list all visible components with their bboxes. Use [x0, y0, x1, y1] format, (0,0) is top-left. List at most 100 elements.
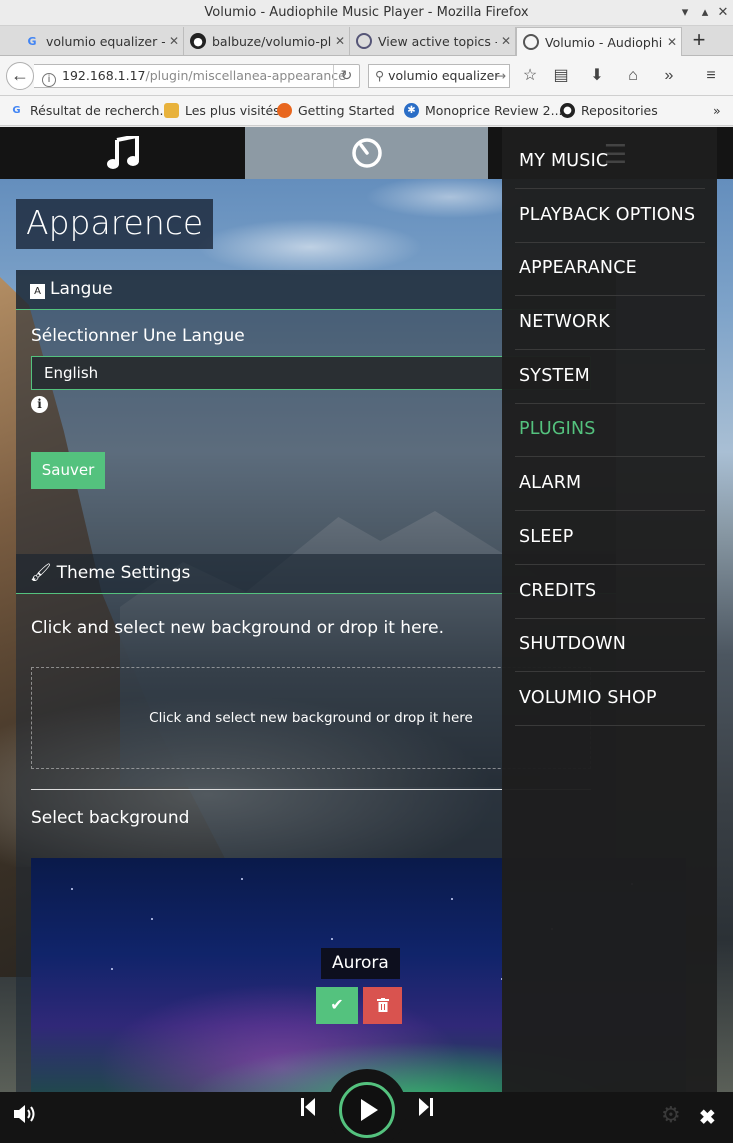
bookmark-label: Getting Started	[298, 103, 395, 118]
google-icon: G	[12, 105, 21, 116]
google-icon: G	[27, 34, 37, 48]
delete-background-button[interactable]	[363, 987, 402, 1024]
select-background-label: Select background	[31, 808, 190, 828]
star	[451, 898, 453, 900]
translate-icon: A	[30, 284, 45, 299]
background-name-label: Aurora	[321, 948, 400, 979]
close-tab-icon[interactable]: ✕	[497, 34, 515, 48]
url-path: /plugin/miscellanea-appearance	[145, 68, 346, 83]
star	[241, 878, 243, 880]
search-value: volumio equalizer	[388, 68, 500, 83]
volumio-app: Apparence A Langue Sélectionner Une Langu…	[0, 127, 733, 1143]
play-button[interactable]	[339, 1082, 395, 1138]
folder-icon	[164, 103, 179, 118]
home-icon[interactable]: ⌂	[622, 66, 644, 88]
bookmark-item[interactable]: Les plus visités	[164, 103, 280, 118]
theme-header-label: Theme Settings	[56, 563, 191, 583]
bookmark-item[interactable]: ✱ Monoprice Review 2...	[404, 103, 563, 118]
previous-track-icon[interactable]	[300, 1097, 316, 1117]
menu-item-system[interactable]: SYSTEM	[515, 350, 705, 404]
info-icon[interactable]: i	[31, 396, 48, 413]
overflow-chevron-icon[interactable]: »	[658, 66, 680, 88]
menu-item-appearance[interactable]: APPEARANCE	[515, 242, 705, 296]
maximize-icon[interactable]: ▴	[697, 4, 713, 20]
close-tab-icon[interactable]: ✕	[165, 34, 183, 48]
menu-item-plugins[interactable]: PLUGINS	[515, 403, 705, 457]
tab-playback[interactable]	[245, 127, 488, 179]
forum-icon	[356, 33, 372, 49]
hamburger-menu-icon[interactable]: ≡	[700, 66, 722, 88]
github-icon: ●	[190, 33, 206, 49]
menu-item-sleep[interactable]: SLEEP	[515, 511, 705, 565]
reload-icon[interactable]: ↻	[333, 65, 359, 87]
page-title: Apparence	[16, 199, 214, 249]
search-input[interactable]: ⚲ volumio equalizer →	[368, 64, 510, 88]
reading-list-icon[interactable]: ▤	[550, 66, 572, 88]
language-select-value: English	[44, 364, 99, 382]
browser-tab-1[interactable]: G volumio equalizer - ✕	[18, 27, 184, 55]
language-header-label: Langue	[50, 279, 113, 299]
language-select-label: Sélectionner Une Langue	[31, 326, 245, 346]
close-menu-icon[interactable]: ✖	[699, 1105, 716, 1130]
menu-item-credits[interactable]: CREDITS	[515, 565, 705, 619]
save-language-button[interactable]: Sauver	[31, 452, 105, 489]
site-info-icon[interactable]: i	[42, 73, 56, 87]
bookmark-label: Les plus visités	[185, 103, 280, 118]
minimize-icon[interactable]: ▾	[677, 4, 693, 20]
navigation-bar: ← i 192.168.1.17/plugin/miscellanea-appea…	[0, 56, 733, 96]
bookmarks-overflow-icon[interactable]: »	[713, 103, 721, 118]
bookmark-label: Monoprice Review 2...	[425, 103, 563, 118]
github-icon: ●	[560, 103, 575, 118]
star	[331, 938, 333, 940]
menu-item-my-music[interactable]: MY MUSIC	[515, 135, 705, 189]
volume-icon[interactable]	[12, 1103, 36, 1125]
search-icon: ⚲	[375, 68, 389, 83]
download-icon[interactable]: ⬇	[586, 66, 608, 88]
firefox-icon	[277, 103, 292, 118]
url-host: 192.168.1.17	[62, 68, 146, 83]
bookmark-star-icon[interactable]: ☆	[519, 66, 541, 88]
menu-item-network[interactable]: NETWORK	[515, 296, 705, 350]
play-icon	[361, 1099, 378, 1121]
settings-gear-icon[interactable]: ⚙	[661, 1102, 681, 1128]
apply-background-button[interactable]: ✔	[316, 987, 358, 1024]
checkmark-icon: ✔	[330, 997, 344, 1014]
music-note-icon	[106, 136, 139, 169]
star	[111, 968, 113, 970]
menu-item-volumio-shop[interactable]: VOLUMIO SHOP	[515, 672, 705, 726]
volumio-icon	[523, 34, 539, 50]
close-tab-icon[interactable]: ✕	[331, 34, 349, 48]
star	[71, 888, 73, 890]
bookmark-item[interactable]: G Résultat de recherch...	[9, 103, 171, 118]
dropzone-text: Click and select new background or drop …	[149, 710, 473, 726]
trash-icon	[376, 998, 389, 1012]
brush-icon: 🖌	[30, 563, 52, 583]
close-window-icon[interactable]: ✕	[715, 4, 731, 20]
tab-browse[interactable]	[0, 127, 245, 179]
menu-item-alarm[interactable]: ALARM	[515, 457, 705, 511]
clock-dial-icon	[351, 138, 382, 168]
bookmark-label: Résultat de recherch...	[30, 103, 172, 118]
window-title: Volumio - Audiophile Music Player - Mozi…	[204, 5, 529, 20]
window-titlebar: Volumio - Audiophile Music Player - Mozi…	[0, 0, 733, 26]
bookmark-label: Repositories	[581, 103, 658, 118]
menu-item-shutdown[interactable]: SHUTDOWN	[515, 618, 705, 672]
bookmark-item[interactable]: ● Repositories	[560, 103, 658, 118]
browser-tab-active[interactable]: Volumio - Audiophile ✕	[516, 27, 682, 56]
search-go-icon[interactable]: →	[496, 65, 506, 87]
back-arrow-icon[interactable]: ←	[6, 62, 34, 90]
tab-strip: G volumio equalizer - ✕ ● balbuze/volumi…	[0, 26, 733, 56]
tab-label: volumio equalizer -	[46, 33, 165, 49]
star	[151, 918, 153, 920]
url-bar[interactable]: i 192.168.1.17/plugin/miscellanea-appeara…	[34, 64, 360, 88]
new-tab-icon[interactable]: +	[688, 29, 710, 51]
background-drop-heading: Click and select new background or drop …	[31, 618, 445, 638]
tab-label: balbuze/volumio-plu	[212, 33, 331, 49]
close-tab-icon[interactable]: ✕	[663, 35, 681, 49]
browser-tab-2[interactable]: ● balbuze/volumio-plu ✕	[184, 27, 350, 55]
menu-item-playback-options[interactable]: PLAYBACK OPTIONS	[515, 189, 705, 243]
bookmark-item[interactable]: Getting Started	[277, 103, 395, 118]
browser-tab-3[interactable]: View active topics - ✕	[350, 27, 516, 55]
next-track-icon[interactable]	[418, 1097, 434, 1117]
side-menu: ☰ MY MUSIC PLAYBACK OPTIONS APPEARANCE N…	[502, 127, 717, 1092]
